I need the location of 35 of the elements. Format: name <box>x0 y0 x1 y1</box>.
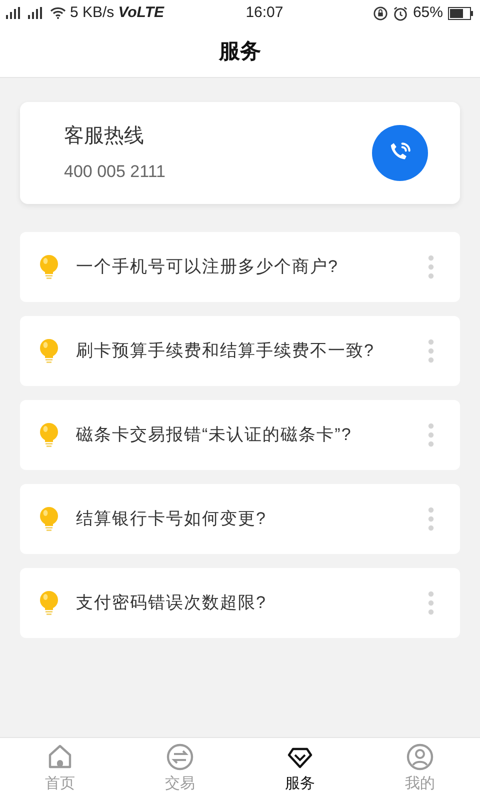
question-text: 一个手机号可以注册多少个商户? <box>76 256 340 278</box>
question-item[interactable]: 刷卡预算手续费和结算手续费不一致? <box>20 316 460 386</box>
lightbulb-icon <box>38 506 60 532</box>
more-icon[interactable] <box>428 423 434 447</box>
tab[interactable]: 服务 <box>240 738 360 800</box>
battery-percent: 65% <box>412 2 443 23</box>
question-text: 刷卡预算手续费和结算手续费不一致? <box>76 340 376 362</box>
more-icon[interactable] <box>428 255 434 279</box>
battery-icon <box>448 6 474 20</box>
lightbulb-icon <box>38 254 60 280</box>
more-icon[interactable] <box>428 591 434 615</box>
question-item[interactable]: 磁条卡交易报错“未认证的磁条卡”? <box>20 400 460 470</box>
question-item[interactable]: 支付密码错误次数超限? <box>20 568 460 638</box>
home-icon <box>46 742 74 771</box>
question-text: 支付密码错误次数超限? <box>76 592 268 614</box>
wifi-icon <box>50 7 66 19</box>
rotation-lock-icon <box>372 6 388 20</box>
page-title: 服务 <box>219 38 261 65</box>
question-text: 磁条卡交易报错“未认证的磁条卡”? <box>76 424 353 446</box>
network-speed: 5 KB/s <box>70 2 114 23</box>
person-icon <box>406 742 434 771</box>
question-text: 结算银行卡号如何变更? <box>76 508 268 530</box>
question-item[interactable]: 一个手机号可以注册多少个商户? <box>20 232 460 302</box>
lightbulb-icon <box>38 590 60 616</box>
hotline-number: 400 005 2111 <box>64 161 166 184</box>
lightbulb-icon <box>38 422 60 448</box>
volte-indicator: VoLTE <box>118 2 164 23</box>
alarm-icon <box>392 6 408 20</box>
exchange-icon <box>166 742 194 771</box>
lightbulb-icon <box>38 338 60 364</box>
clock-time: 16:07 <box>244 2 284 23</box>
hotline-title: 客服热线 <box>64 124 145 150</box>
question-item[interactable]: 结算银行卡号如何变更? <box>20 484 460 554</box>
more-icon[interactable] <box>428 339 434 363</box>
more-icon[interactable] <box>428 507 434 531</box>
